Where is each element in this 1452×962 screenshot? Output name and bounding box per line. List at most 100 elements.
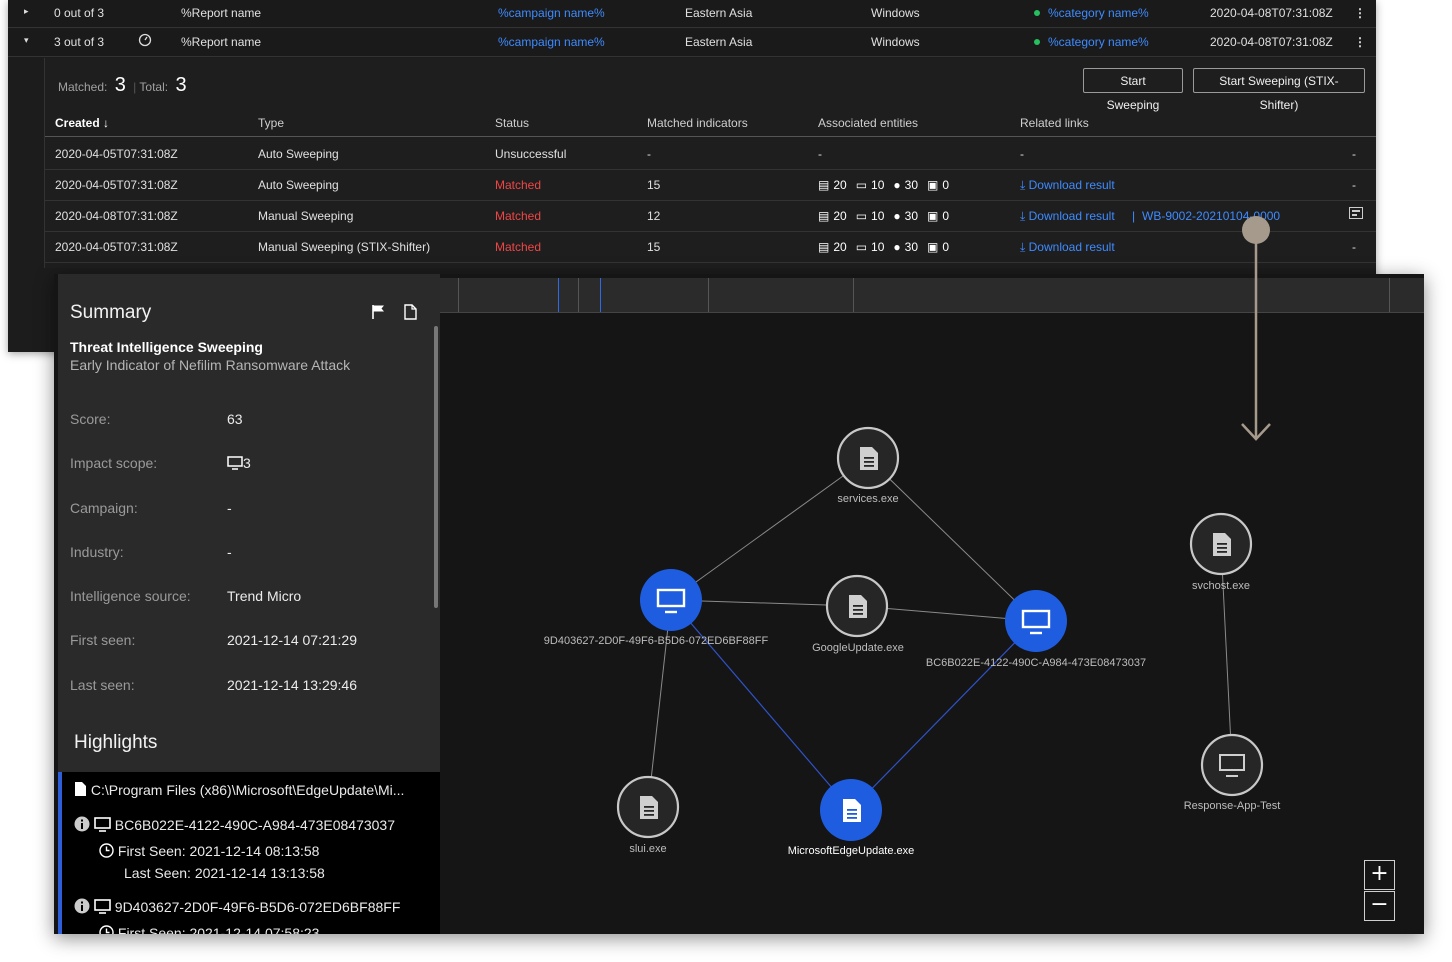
download-result-link[interactable]: ⤓ Download result: [1020, 178, 1115, 193]
summary-heading: Threat Intelligence Sweeping: [70, 339, 263, 355]
zoom-in-button[interactable]: +: [1364, 860, 1395, 890]
first-seen-label: First seen:: [70, 632, 136, 648]
column-entities[interactable]: Associated entities: [818, 116, 918, 130]
column-type[interactable]: Type: [258, 116, 284, 130]
status-dot-icon: [1034, 39, 1040, 45]
download-result-link[interactable]: ⤓ Download result: [1020, 240, 1115, 255]
category-link[interactable]: %category name%: [1034, 35, 1149, 49]
entity-counts: ▤ 20 ▭ 10 ● 30 ▣ 0: [818, 240, 950, 254]
graph-node-host-a[interactable]: 9D403627-2D0F-49F6-B5D6-072ED6BF88FF: [544, 569, 769, 647]
highlight-last-seen: Last Seen: 2021-12-14 13:13:58: [124, 865, 325, 881]
graph-node-svchost[interactable]: svchost.exe: [1189, 512, 1253, 592]
status-dot-icon: [1034, 10, 1040, 16]
svg-text:MicrosoftEdgeUpdate.exe: MicrosoftEdgeUpdate.exe: [788, 845, 915, 857]
column-links[interactable]: Related links: [1020, 116, 1089, 130]
collapse-caret-icon[interactable]: ▾: [24, 35, 29, 46]
graph-node-host-b[interactable]: BC6B022E-4122-490C-A984-473E08473037: [926, 590, 1146, 669]
column-created[interactable]: Created ↓: [55, 116, 109, 130]
download-result-link[interactable]: ⤓ Download result: [1020, 209, 1115, 224]
intel-source-label: Intelligence source:: [70, 588, 191, 604]
column-status[interactable]: Status: [495, 116, 529, 130]
summary-subheading: Early Indicator of Nefilim Ransomware At…: [70, 357, 351, 373]
entity-graph[interactable]: services.exe 9D403627-2D0F-49F6-B5D6-072…: [440, 274, 1424, 934]
graph-node-services[interactable]: services.exe: [836, 426, 900, 505]
more-menu-icon[interactable]: ⋮: [1354, 35, 1366, 49]
graph-edge: [647, 599, 672, 808]
intel-source-value: Trend Micro: [227, 588, 302, 604]
more-menu-icon[interactable]: ⋮: [1354, 6, 1366, 20]
table-row: 2020-04-05T07:31:08Z Auto Sweeping Match…: [45, 169, 1376, 201]
campaign-link[interactable]: %campaign name%: [498, 6, 605, 20]
campaign-value: -: [227, 500, 232, 516]
graph-canvas: services.exe 9D403627-2D0F-49F6-B5D6-072…: [544, 426, 1281, 857]
document-icon[interactable]: [404, 304, 417, 325]
status-text: Matched: [495, 240, 542, 254]
report-row[interactable]: ▸ 0 out of 3 %Report name %campaign name…: [8, 0, 1376, 28]
zoom-out-button[interactable]: −: [1364, 891, 1395, 921]
svg-text:services.exe: services.exe: [837, 493, 898, 505]
report-row[interactable]: ▾ 3 out of 3 %Report name %campaign name…: [8, 29, 1376, 57]
region-text: Eastern Asia: [685, 35, 753, 49]
graph-node-edgeupdate[interactable]: MicrosoftEdgeUpdate.exe: [788, 779, 915, 857]
svg-text:svchost.exe: svchost.exe: [1192, 580, 1250, 592]
progress-clock-icon: [138, 33, 152, 50]
first-seen-value: 2021-12-14 07:21:29: [227, 632, 357, 648]
timestamp-text: 2020-04-08T07:31:08Z: [1210, 35, 1333, 49]
progress-text: 3 out of 3: [54, 35, 105, 49]
monitor-icon: [94, 817, 111, 832]
flag-icon[interactable]: [372, 304, 386, 324]
sweep-detail-panel: Matched: 3 | Total: 3 Start Sweeping Sta…: [44, 58, 1376, 268]
highlight-file[interactable]: C:\Program Files (x86)\Microsoft\EdgeUpd…: [74, 781, 404, 798]
score-label: Score:: [70, 411, 111, 427]
graph-node-googleupdate[interactable]: GoogleUpdate.exe: [812, 574, 904, 654]
summary-panel: Summary Threat Intelligence Sweeping Ear…: [58, 274, 440, 934]
open-detail-icon[interactable]: [1349, 207, 1363, 222]
os-text: Windows: [871, 6, 920, 20]
highlights-title: Highlights: [74, 732, 158, 753]
investigation-window: Summary Threat Intelligence Sweeping Ear…: [54, 274, 1424, 934]
industry-label: Industry:: [70, 544, 124, 560]
impact-scope-value[interactable]: 3: [227, 455, 251, 471]
entity-counts: ▤ 20 ▭ 10 ● 30 ▣ 0: [818, 209, 950, 223]
report-name[interactable]: %Report name: [181, 35, 261, 49]
monitor-icon: [94, 899, 111, 914]
svg-text:slui.exe: slui.exe: [629, 843, 666, 855]
highlight-first-seen: First Seen: 2021-12-14 08:13:58: [99, 843, 319, 859]
status-text: Matched: [495, 209, 542, 223]
highlight-host[interactable]: BC6B022E-4122-490C-A984-473E08473037: [74, 816, 395, 833]
entity-counts: ▤ 20 ▭ 10 ● 30 ▣ 0: [818, 178, 950, 192]
timestamp-text: 2020-04-08T07:31:08Z: [1210, 6, 1333, 20]
start-sweeping-button[interactable]: Start Sweeping: [1083, 68, 1183, 112]
info-icon: [74, 816, 90, 832]
match-summary: Matched: 3 | Total: 3: [58, 74, 187, 96]
sweep-table-header: Created ↓ Type Status Matched indicators…: [45, 110, 1376, 137]
svg-text:GoogleUpdate.exe: GoogleUpdate.exe: [812, 642, 904, 654]
panel-scrollbar[interactable]: [434, 326, 438, 608]
highlight-host[interactable]: 9D403627-2D0F-49F6-B5D6-072ED6BF88FF: [74, 898, 400, 915]
os-text: Windows: [871, 35, 920, 49]
table-row: 2020-04-05T07:31:08Z Auto Sweeping Unsuc…: [45, 138, 1376, 170]
file-icon: [75, 782, 86, 796]
region-text: Eastern Asia: [685, 6, 753, 20]
status-text: Unsuccessful: [495, 147, 567, 161]
last-seen-label: Last seen:: [70, 677, 135, 693]
svg-text:Response-App-Test: Response-App-Test: [1184, 800, 1281, 812]
report-name[interactable]: %Report name: [181, 6, 261, 20]
expand-caret-icon[interactable]: ▸: [24, 6, 29, 17]
graph-edge: [867, 457, 1037, 622]
table-row: 2020-04-08T07:31:08Z Manual Sweeping Mat…: [45, 200, 1376, 232]
start-sweeping-stix-button[interactable]: Start Sweeping (STIX-Shifter): [1193, 68, 1365, 112]
industry-value: -: [227, 544, 232, 560]
campaign-link[interactable]: %campaign name%: [498, 35, 605, 49]
clock-icon: [99, 843, 114, 858]
graph-node-slui[interactable]: slui.exe: [616, 775, 680, 855]
highlight-first-seen: First Seen: 2021-12-14 07:58:23: [99, 925, 319, 934]
graph-node-response-app[interactable]: Response-App-Test: [1184, 733, 1281, 812]
clock-icon: [99, 925, 114, 934]
monitor-icon: [227, 456, 243, 470]
workbench-link[interactable]: WB-9002-20210104-0000: [1142, 209, 1280, 223]
column-matched[interactable]: Matched indicators: [647, 116, 748, 130]
category-link[interactable]: %category name%: [1034, 6, 1149, 20]
svg-text:BC6B022E-4122-490C-A984-473E08: BC6B022E-4122-490C-A984-473E08473037: [926, 657, 1146, 669]
svg-text:9D403627-2D0F-49F6-B5D6-072ED6: 9D403627-2D0F-49F6-B5D6-072ED6BF88FF: [544, 635, 769, 647]
